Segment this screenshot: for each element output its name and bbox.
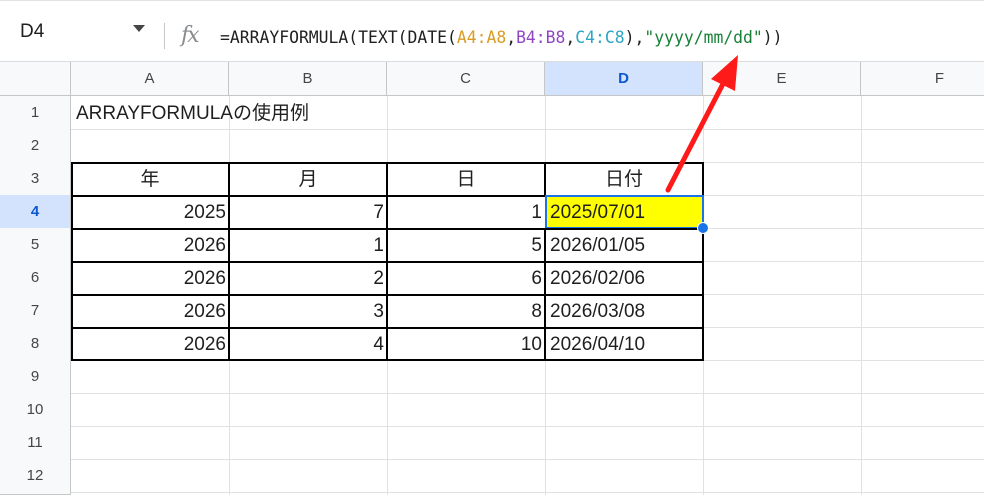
- annotation-arrow-icon: [665, 55, 738, 193]
